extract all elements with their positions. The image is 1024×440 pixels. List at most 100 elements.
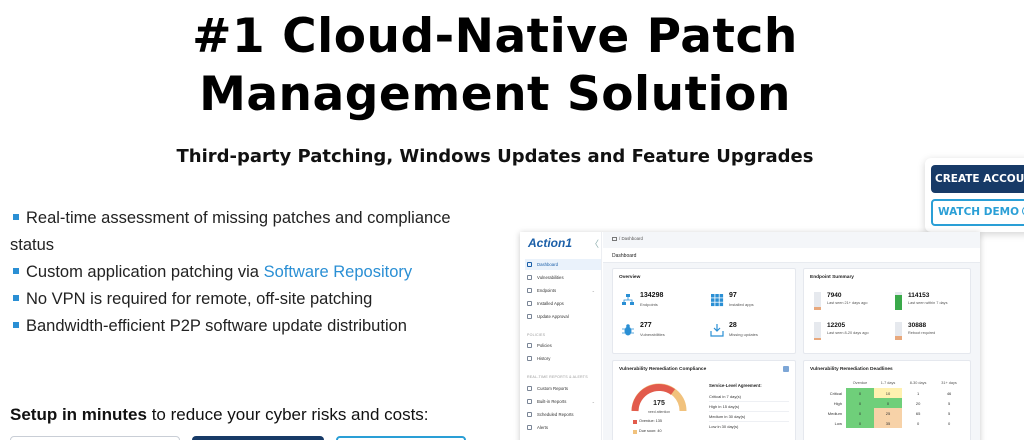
hero-subtitle: Third-party Patching, Windows Updates an… (176, 146, 814, 167)
sidebar-item-vulnerabilities[interactable]: Vulnerabilities (525, 272, 601, 283)
sidebar-item-dashboard[interactable]: Dashboard (525, 259, 601, 270)
sidebar-item-built-in-reports[interactable]: Built-in Reports ⌄ (525, 396, 601, 407)
table-row: High 0 0 20 5 (810, 398, 964, 408)
legend-overdue: Overdue: 135 (633, 419, 662, 424)
endpoint-summary-card: Endpoint Summary 7940 Last seen 21+ days… (803, 268, 971, 354)
sla-critical: Critical in 7 day(s) (709, 394, 742, 399)
bell-icon (527, 425, 532, 430)
feature-list: Real-time assessment of missing patches … (10, 205, 470, 340)
apps-count: 97 (729, 292, 737, 299)
table-row: Medium 0 25 65 5 (810, 408, 964, 418)
column-header: 1-7 days (880, 381, 896, 385)
table-cell[interactable]: 5 (934, 408, 964, 418)
bottom-button-primary[interactable] (192, 436, 324, 440)
endpoints-stat[interactable]: 134298 Endpoints (621, 291, 699, 311)
level-bar (895, 292, 902, 310)
endpoint-stat-8to20[interactable]: 12205 Last seen 8-20 days ago (814, 321, 890, 343)
table-cell[interactable]: 0 (846, 388, 875, 398)
table-cell[interactable]: 0 (846, 408, 875, 418)
apps-grid-icon (711, 294, 724, 307)
sidebar-item-history[interactable]: History (525, 353, 601, 364)
network-icon (622, 294, 634, 305)
table-cell[interactable]: 10 (874, 388, 903, 398)
policy-icon (527, 343, 532, 348)
compliance-gauge (631, 383, 687, 412)
table-cell[interactable]: 0 (902, 418, 934, 428)
endpoint-stat-21plus[interactable]: 7940 Last seen 21+ days ago (814, 291, 890, 313)
row-label: High (833, 400, 842, 406)
table-cell[interactable]: 35 (874, 418, 903, 428)
chevron-down-icon: ⌄ (591, 399, 595, 404)
apps-label: Installed apps (729, 302, 754, 307)
breadcrumb-current: Dashboard (621, 236, 643, 241)
sidebar-item-alerts[interactable]: Alerts (525, 422, 601, 433)
sidebar-section-reports: REAL-TIME REPORTS & ALERTS (527, 375, 588, 379)
table-cell[interactable]: 65 (902, 408, 934, 418)
table-cell[interactable]: 5 (934, 398, 964, 408)
table-cell[interactable]: 1 (902, 388, 934, 398)
watch-demo-button[interactable]: WATCH DEMO (931, 199, 1024, 226)
feature-item: No VPN is required for remote, off-site … (10, 286, 470, 313)
sidebar-item-policies[interactable]: Policies (525, 340, 601, 351)
sidebar: Action1 〈 Dashboard Vulnerabilities Endp… (520, 232, 602, 440)
installed-apps-stat[interactable]: 97 Installed apps (710, 291, 788, 311)
table-row: Critical 0 10 1 46 (810, 388, 964, 398)
table-cell[interactable]: 46 (934, 388, 964, 398)
sidebar-item-custom-reports[interactable]: Custom Reports (525, 383, 601, 394)
action1-logo: Action1 (528, 236, 573, 250)
create-account-button[interactable]: CREATE ACCOUNT (931, 165, 1024, 193)
level-bar (814, 322, 821, 340)
missing-updates-stat[interactable]: 28 Missing updates (710, 321, 788, 341)
sidebar-item-update-approval[interactable]: Update Approval (525, 311, 601, 322)
row-label: Medium (827, 410, 842, 416)
endpoint-label: Last seen 8-20 days ago (827, 331, 869, 335)
collapse-icon[interactable]: 〈 (590, 237, 599, 250)
table-cell[interactable]: 25 (874, 408, 903, 418)
page-header: Dashboard (603, 248, 980, 263)
legend-due-soon: Due soon: 40 (633, 429, 662, 434)
table-cell[interactable]: 0 (874, 398, 903, 408)
sidebar-item-installed-apps[interactable]: Installed Apps (525, 298, 601, 309)
vulnerabilities-stat[interactable]: 277 Vulnerabilities (621, 321, 699, 341)
endpoint-summary-title: Endpoint Summary (810, 275, 854, 280)
bottom-button-secondary[interactable] (336, 436, 466, 440)
feature-text: No VPN is required for remote, off-site … (26, 290, 373, 308)
export-icon[interactable] (783, 366, 789, 372)
watch-demo-label: WATCH DEMO (938, 206, 1019, 218)
setup-line: Setup in minutes to reduce your cyber ri… (10, 405, 429, 425)
sidebar-item-label: Update Approval (537, 314, 569, 319)
deadlines-card: Vulnerability Remediation Deadlines Over… (803, 360, 971, 440)
feature-text: Real-time assessment of missing patches … (26, 209, 451, 227)
report-icon (527, 399, 532, 404)
dashboard-icon (527, 262, 532, 267)
sidebar-item-label: History (537, 356, 551, 361)
endpoints-label: Endpoints (640, 302, 658, 307)
approval-icon (527, 314, 532, 319)
endpoint-count: 114153 (908, 292, 930, 299)
endpoint-stat-reboot[interactable]: 30888 Reboot required (895, 321, 971, 343)
sidebar-item-scheduled-reports[interactable]: Scheduled Reports (525, 409, 601, 420)
endpoint-stat-7days[interactable]: 114153 Last seen within 7 days (895, 291, 971, 313)
endpoints-count: 134298 (640, 292, 664, 299)
sidebar-item-label: Vulnerabilities (537, 275, 564, 280)
bullet-icon (13, 295, 19, 301)
column-header: 31+ days (941, 381, 957, 385)
chevron-down-icon: ⌄ (591, 288, 595, 293)
software-repository-link[interactable]: Software Repository (264, 263, 413, 281)
sidebar-item-endpoints[interactable]: Endpoints ⌄ (525, 285, 601, 296)
home-icon[interactable] (612, 236, 617, 241)
feature-text-cont: status (10, 236, 55, 254)
table-cell[interactable]: 0 (846, 398, 875, 408)
hero-title: #1 Cloud-Native Patch Management Solutio… (0, 8, 990, 124)
cta-panel: CREATE ACCOUNT WATCH DEMO (925, 158, 1024, 232)
main-area: / Dashboard Dashboard Overview 134298 En… (603, 232, 980, 440)
feature-text: Custom application patching via (26, 263, 264, 281)
table-cell[interactable]: 20 (902, 398, 934, 408)
table-cell[interactable]: 0 (846, 418, 875, 428)
table-cell[interactable]: 0 (934, 418, 964, 428)
divider (709, 411, 789, 412)
table-row: Low 0 35 0 0 (810, 418, 964, 428)
endpoint-label: Last seen within 7 days (908, 301, 948, 305)
sidebar-item-label: Policies (537, 343, 552, 348)
bottom-button-outline[interactable] (10, 436, 180, 440)
